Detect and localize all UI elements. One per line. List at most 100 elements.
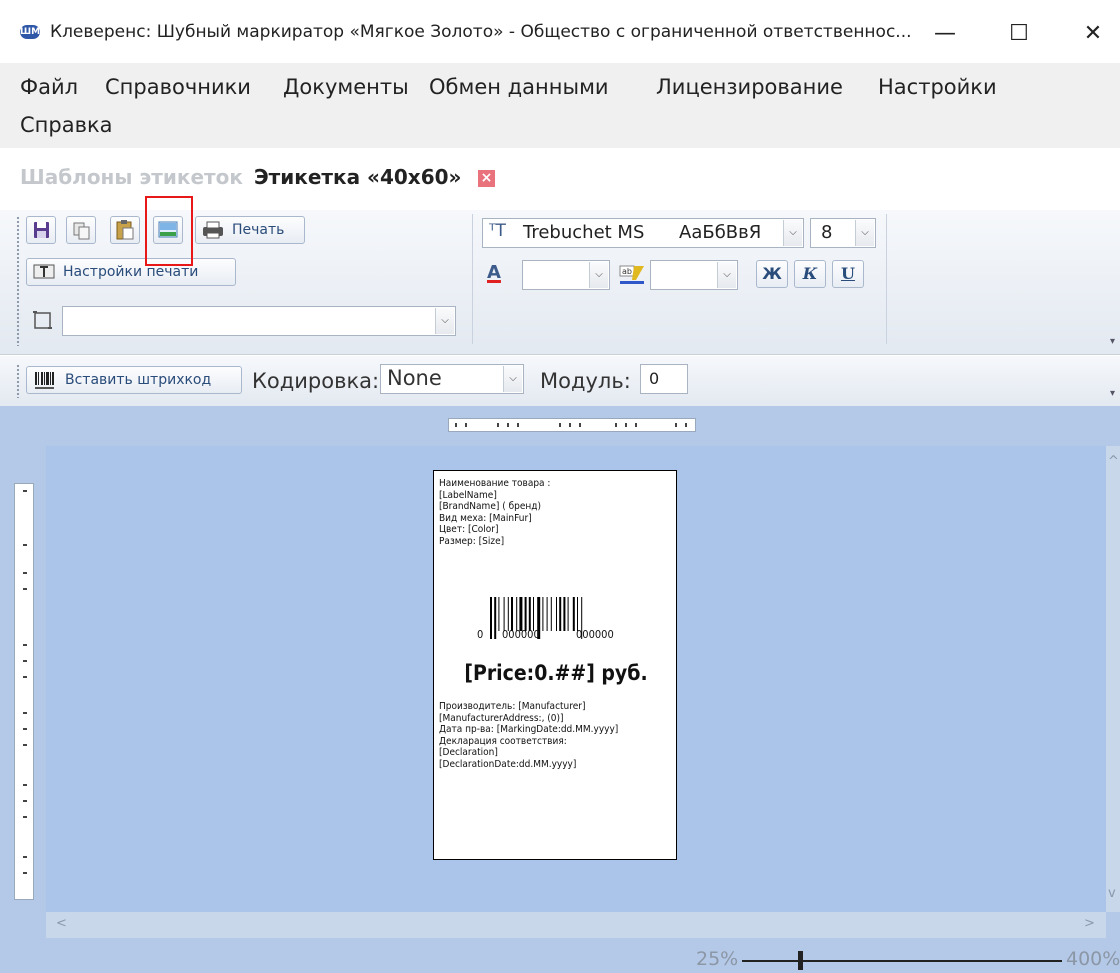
scroll-up-icon[interactable]: ^ (1108, 454, 1119, 469)
menu-documents[interactable]: Документы (283, 75, 409, 99)
ruler-tick (23, 676, 27, 678)
barcode-digits-right: 000000 (576, 628, 614, 641)
label-text-line[interactable]: Дата пр-ва: [MarkingDate:dd.MM.yyyy] (439, 724, 618, 736)
menu-file[interactable]: Файл (20, 75, 78, 99)
label-text-line[interactable]: [ManufacturerAddress:, (0)] (439, 713, 564, 725)
label-text-line[interactable]: [LabelName] (439, 490, 497, 502)
barcode-bar (494, 597, 497, 639)
copy-button[interactable] (66, 216, 96, 244)
barcode-bar (511, 597, 513, 631)
ruler-tick (23, 744, 27, 746)
ruler-tick (23, 712, 27, 714)
ribbon-overflow-icon[interactable]: ▾ (1110, 336, 1115, 347)
chevron-down-icon[interactable]: ⌵ (435, 308, 454, 334)
close-button[interactable]: ✕ (1066, 14, 1120, 54)
breadcrumb-current-label: Этикетка «40x60» (254, 165, 462, 189)
chevron-down-icon[interactable]: ⌵ (855, 220, 874, 246)
horizontal-scrollbar[interactable]: < > (46, 912, 1106, 938)
bold-button[interactable]: Ж (756, 260, 788, 288)
ruler-tick (23, 588, 27, 590)
barcode-bar (533, 597, 534, 631)
title-bar: ШМ Клеверенс: Шубный маркиратор «Мягкое … (0, 0, 1120, 70)
label-text-line[interactable]: Цвет: [Color] (439, 524, 498, 536)
label-text-line[interactable]: Декларация соответствия: (439, 736, 567, 748)
toolbar-overflow-icon[interactable]: ▾ (1110, 388, 1115, 399)
chevron-down-icon[interactable]: ⌵ (503, 366, 522, 392)
ruler-tick (23, 490, 27, 492)
ruler-tick (23, 784, 27, 786)
module-label: Модуль: (540, 369, 631, 393)
barcode-digits-mid: 000000 (502, 628, 540, 641)
insert-barcode-label: Вставить штрихкод (65, 372, 212, 388)
window-title: Клеверенс: Шубный маркиратор «Мягкое Зол… (50, 22, 912, 42)
ruler-tick (23, 728, 27, 730)
minimize-button[interactable]: — (918, 14, 972, 54)
maximize-button[interactable]: ☐ (992, 14, 1046, 54)
vertical-scrollbar[interactable]: ^ v (1106, 446, 1120, 912)
ruler-tick (23, 800, 27, 802)
label-text-line[interactable]: Вид меха: [MainFur] (439, 513, 532, 525)
toolbar-grip[interactable] (16, 364, 20, 398)
chevron-down-icon[interactable]: ⌵ (717, 262, 736, 288)
ruler-tick (23, 544, 27, 546)
menu-settings[interactable]: Настройки (878, 75, 997, 99)
price-field[interactable]: [Price:0.##] руб. (434, 661, 678, 685)
encoding-label: Кодировка: (252, 369, 380, 393)
menu-licensing[interactable]: Лицензирование (656, 75, 843, 99)
label-text-line[interactable]: Размер: [Size] (439, 536, 504, 548)
font-type-icon: ᵀT (489, 221, 506, 241)
highlight-color-icon[interactable]: ab (618, 262, 648, 286)
barcode-bar (577, 597, 578, 631)
italic-button[interactable]: К (794, 260, 826, 288)
scroll-right-icon[interactable]: > (1084, 916, 1095, 931)
save-button[interactable] (26, 216, 56, 244)
object-selector[interactable]: ⌵ (62, 306, 456, 336)
barcode-bar (498, 597, 500, 631)
horizontal-ruler (448, 418, 696, 432)
zoom-slider[interactable] (742, 960, 1062, 962)
ruler-tick (615, 423, 617, 427)
ruler-tick (635, 423, 637, 427)
menu-help[interactable]: Справка (20, 113, 113, 137)
barcode-bar (503, 597, 505, 631)
print-button[interactable]: Печать (195, 216, 305, 244)
label-text-line[interactable]: [Declaration] (439, 747, 498, 759)
close-tab-icon[interactable]: × (478, 170, 495, 187)
barcode-bar (516, 597, 518, 631)
zoom-slider-thumb[interactable] (797, 951, 803, 970)
toolbar-grip[interactable] (16, 216, 20, 346)
label-text-line[interactable]: [BrandName] ( бренд) (439, 501, 541, 513)
barcode-bar (567, 597, 569, 631)
font-preview: АаБбВвЯ (679, 222, 762, 243)
status-bar (0, 938, 1120, 973)
chevron-down-icon[interactable]: ⌵ (589, 262, 608, 288)
font-size-select[interactable]: 8 ⌵ (810, 218, 876, 248)
paste-button[interactable] (110, 216, 140, 244)
breadcrumb-templates[interactable]: Шаблоны этикеток (20, 165, 243, 189)
font-family-select[interactable]: ᵀT Trebuchet MS АаБбВвЯ ⌵ (482, 218, 804, 248)
insert-barcode-button[interactable]: Вставить штрихкод (26, 366, 242, 394)
barcode[interactable]: 0 000000 000000 (477, 597, 670, 643)
label-text-line[interactable]: [DeclarationDate:dd.MM.yyyy] (439, 759, 576, 771)
scroll-left-icon[interactable]: < (56, 916, 67, 931)
encoding-select[interactable]: None ⌵ (380, 364, 524, 394)
print-settings-button[interactable]: Настройки печати (26, 258, 236, 286)
barcode-bar (519, 597, 523, 631)
menu-exchange[interactable]: Обмен данными (429, 75, 609, 99)
label-text-line[interactable]: Производитель: [Manufacturer] (439, 701, 585, 713)
font-color-icon[interactable]: A (487, 262, 501, 283)
chevron-down-icon[interactable]: ⌵ (783, 220, 802, 246)
underline-button[interactable]: U (832, 260, 864, 288)
highlight-color-select[interactable]: ⌵ (650, 260, 738, 290)
ruler-tick (517, 423, 519, 427)
ruler-tick (23, 856, 27, 858)
floppy-icon (34, 222, 49, 238)
label-page[interactable]: Наименование товара : [LabelName] [Brand… (433, 470, 677, 860)
module-input[interactable]: 0 (640, 364, 688, 394)
font-color-select[interactable]: ⌵ (522, 260, 610, 290)
menu-references[interactable]: Справочники (105, 75, 251, 99)
printer-icon (203, 221, 223, 239)
font-family-value: Trebuchet MS (523, 222, 645, 243)
scroll-down-icon[interactable]: v (1108, 886, 1116, 901)
label-text-line[interactable]: Наименование товара : (439, 478, 550, 490)
